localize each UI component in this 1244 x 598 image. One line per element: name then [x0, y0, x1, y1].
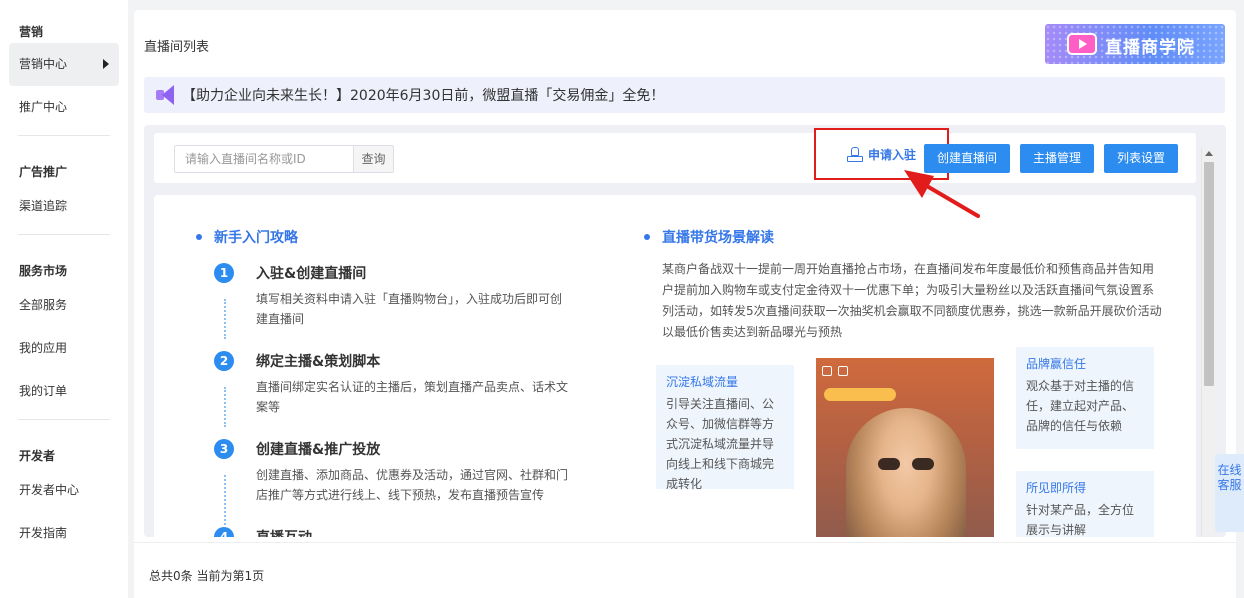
guide-title-text: 新手入门攻略 — [214, 230, 298, 246]
apply-button[interactable]: 申请入驻 — [846, 146, 916, 163]
academy-label: 直播商学院 — [1105, 38, 1195, 58]
home-icon — [838, 366, 848, 376]
step-number: 1 — [214, 263, 234, 283]
private-traffic-card: 沉淀私域流量 引导关注直播间、公众号、加微信群等方式沉淀私域流量并导向线上和线下… — [656, 365, 794, 491]
bullet-dot — [644, 234, 650, 240]
step-desc: 填写相关资料申请入驻「直播购物台」，入驻成功后即可创建直播间 — [256, 292, 563, 326]
step-title: 入驻&创建直播间 — [256, 266, 367, 282]
wysiwyg-card: 所见即所得 针对某产品，全方位展示与讲解 — [1016, 471, 1154, 537]
page-title: 直播间列表 — [144, 40, 210, 55]
card-desc: 针对某产品，全方位展示与讲解 — [1026, 503, 1135, 537]
card-title: 所见即所得 — [1026, 481, 1087, 495]
card-desc: 引导关注直播间、公众号、加微信群等方式沉淀私域流量并导向线上和线下商城完成转化 — [666, 397, 775, 491]
sidebar-item-my-orders[interactable]: 我的订单 — [9, 370, 119, 413]
pagination-footer: 总共0条 当前为第1页 — [134, 542, 1236, 598]
live-badge — [824, 388, 896, 401]
sidebar-item-marketing-center[interactable]: 营销中心 — [9, 43, 119, 86]
sidebar-section-developer: 开发者 — [19, 449, 56, 463]
list-settings-button[interactable]: 列表设置 — [1104, 144, 1178, 173]
sunglasses — [878, 458, 934, 470]
search-group: 查询 — [174, 145, 394, 173]
sidebar-divider — [18, 135, 110, 136]
timeline-line — [224, 299, 226, 339]
create-live-room-button[interactable]: 创建直播间 — [924, 144, 1010, 173]
notice-bar: 【助力企业向未来生长！】2020年6月30日前，微盟直播「交易佣金」全免！ — [144, 77, 1225, 113]
anchor-management-button[interactable]: 主播管理 — [1020, 144, 1094, 173]
sidebar-section-service-market: 服务市场 — [19, 264, 68, 278]
main-card: 直播间列表 直播商学院 【助力企业向未来生长！】2020年6月30日前，微盟直播… — [134, 10, 1236, 598]
search-input[interactable] — [174, 145, 353, 173]
guide-content: 新手入门攻略 1 入驻&创建直播间 填写相关资料申请入驻「直播购物台」，入驻成功… — [154, 195, 1196, 537]
pagination-text: 总共0条 当前为第1页 — [149, 569, 265, 583]
bullet-dot — [196, 234, 202, 240]
brand-trust-card: 品牌赢信任 观众基于对主播的信任，建立起对产品、品牌的信任与依赖 — [1016, 347, 1154, 449]
play-icon — [1067, 33, 1097, 55]
timeline-line — [224, 387, 226, 427]
sidebar-item-channel-tracking[interactable]: 渠道追踪 — [9, 185, 119, 228]
step-number: 4 — [214, 527, 234, 537]
online-service-button[interactable]: 在线客服 — [1215, 454, 1244, 532]
guide-title: 新手入门攻略 — [196, 227, 298, 247]
toolbar: 查询 申请入驻 创建直播间 主播管理 列表设置 — [154, 128, 1196, 183]
card-desc: 观众基于对主播的信任，建立起对产品、品牌的信任与依赖 — [1026, 379, 1135, 433]
live-stream-preview-image — [816, 358, 994, 537]
live-academy-banner[interactable]: 直播商学院 — [1045, 24, 1225, 64]
sidebar-divider — [18, 234, 110, 235]
step-number: 3 — [214, 439, 234, 459]
sidebar-item-all-services[interactable]: 全部服务 — [9, 284, 119, 327]
card-title: 品牌赢信任 — [1026, 357, 1087, 371]
sidebar-item-dev-guide[interactable]: 开发指南 — [9, 512, 119, 555]
sidebar-item-label: 营销中心 — [19, 57, 68, 71]
scroll-up-icon[interactable] — [1205, 151, 1213, 156]
phone-topbar — [816, 358, 994, 384]
card-title: 沉淀私域流量 — [666, 375, 739, 389]
step-title: 直播互动 — [256, 527, 312, 537]
sidebar-section-ads: 广告推广 — [19, 165, 68, 179]
back-icon — [822, 366, 832, 376]
streamer-photo — [846, 408, 966, 537]
sidebar: 营销 营销中心 推广中心 广告推广 渠道追踪 服务市场 全部服务 我的应用 我的… — [0, 0, 128, 598]
step-number: 2 — [214, 351, 234, 371]
scene-title-text: 直播带货场景解读 — [662, 230, 774, 246]
sidebar-item-promotion-center[interactable]: 推广中心 — [9, 86, 119, 129]
live-room-panel: 查询 申请入驻 创建直播间 主播管理 列表设置 新手入门攻略 1 入 — [144, 125, 1226, 537]
step-desc: 创建直播、添加商品、优惠券及活动，通过官网、社群和门店推广等方式进行线上、线下预… — [256, 468, 569, 502]
sidebar-item-developer-center[interactable]: 开发者中心 — [9, 469, 119, 512]
search-button[interactable]: 查询 — [353, 145, 394, 173]
timeline-line — [224, 475, 226, 525]
sidebar-section-marketing: 营销 — [19, 25, 44, 39]
vertical-scrollbar[interactable] — [1201, 148, 1215, 537]
step-title: 创建直播&推广投放 — [256, 442, 381, 458]
apply-button-label: 申请入驻 — [867, 147, 916, 162]
megaphone-icon — [156, 85, 178, 105]
step-desc: 直播间绑定实名认证的主播后，策划直播产品卖点、话术文案等 — [256, 380, 569, 414]
scene-title: 直播带货场景解读 — [644, 227, 774, 247]
notice-text: 【助力企业向未来生长！】2020年6月30日前，微盟直播「交易佣金」全免！ — [182, 88, 665, 104]
step-title: 绑定主播&策划脚本 — [256, 354, 381, 370]
scrollbar-thumb[interactable] — [1204, 162, 1214, 386]
triangle-right-icon — [103, 59, 109, 69]
stamp-icon — [846, 147, 863, 162]
sidebar-divider — [18, 419, 110, 420]
scene-description: 某商户备战双十一提前一周开始直播抢占市场，在直播间发布年度最低价和预售商品并告知… — [662, 262, 1162, 339]
sidebar-item-my-apps[interactable]: 我的应用 — [9, 327, 119, 370]
